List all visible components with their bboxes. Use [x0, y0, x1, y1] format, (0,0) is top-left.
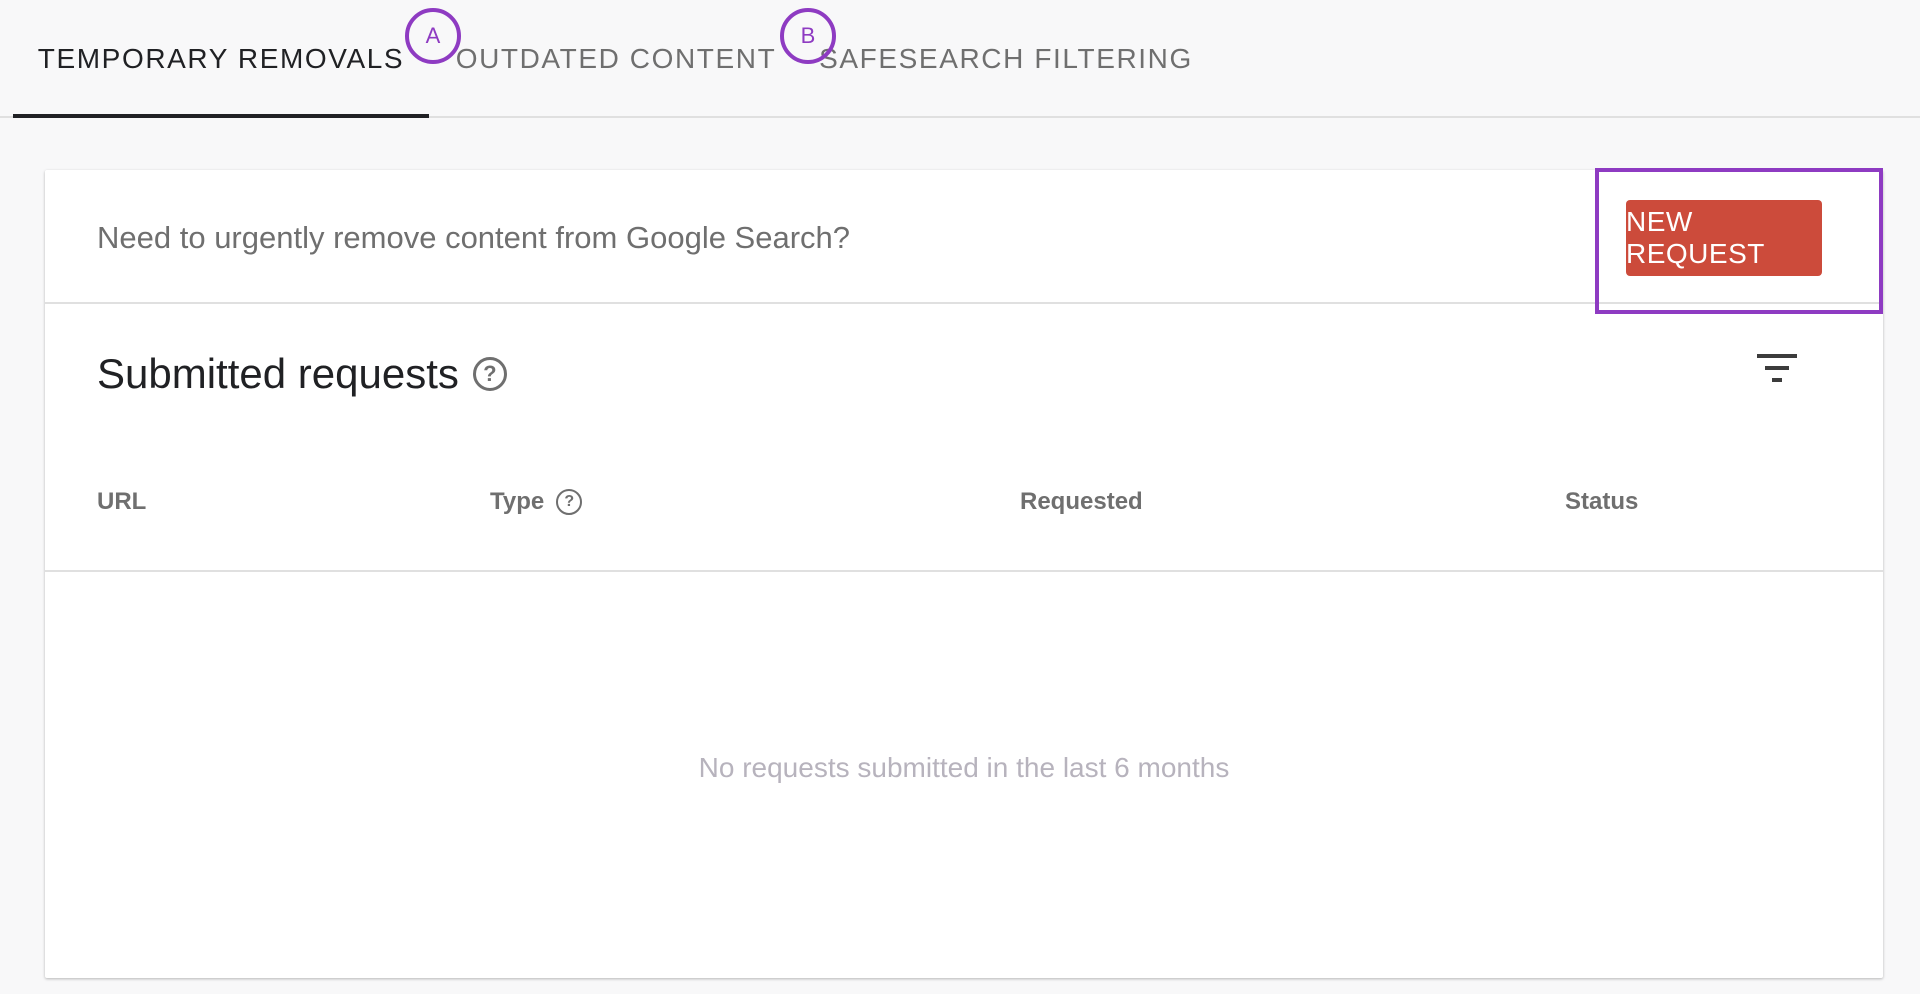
column-header-url[interactable]: URL [97, 488, 146, 516]
column-header-status[interactable]: Status [1565, 488, 1638, 516]
active-tab-indicator [13, 114, 429, 118]
column-url-label: URL [97, 488, 147, 515]
column-type-label: Type [490, 488, 545, 515]
column-header-requested[interactable]: Requested [1020, 488, 1143, 516]
tab-safesearch-filtering[interactable]: SAFESEARCH FILTERING [819, 0, 1191, 118]
type-help-icon[interactable]: ? [556, 489, 583, 515]
filter-icon[interactable] [1755, 350, 1799, 386]
annotation-highlight-box [1595, 168, 1883, 314]
column-status-label: Status [1565, 488, 1639, 515]
help-icon[interactable]: ? [472, 357, 507, 391]
tabs-bar: TEMPORARY REMOVALS OUTDATED CONTENT SAFE… [0, 0, 1920, 118]
section-title: Submitted requests ? [97, 350, 507, 398]
page: TEMPORARY REMOVALS OUTDATED CONTENT SAFE… [0, 0, 1920, 994]
tab-temporary-removals[interactable]: TEMPORARY REMOVALS [14, 0, 428, 118]
card-header: Need to urgently remove content from Goo… [45, 168, 1883, 314]
urgent-removal-prompt: Need to urgently remove content from Goo… [97, 220, 851, 255]
column-requested-label: Requested [1020, 488, 1143, 515]
column-header-type[interactable]: Type ? [490, 488, 583, 516]
empty-state-message: No requests submitted in the last 6 mont… [698, 752, 1230, 783]
removals-card: Need to urgently remove content from Goo… [45, 168, 1883, 978]
submitted-requests-title: Submitted requests [97, 350, 459, 397]
annotation-marker-b: B [780, 8, 836, 64]
annotation-marker-a: A [405, 8, 461, 64]
tab-outdated-content[interactable]: OUTDATED CONTENT [456, 0, 776, 118]
table-header-divider [45, 570, 1883, 572]
